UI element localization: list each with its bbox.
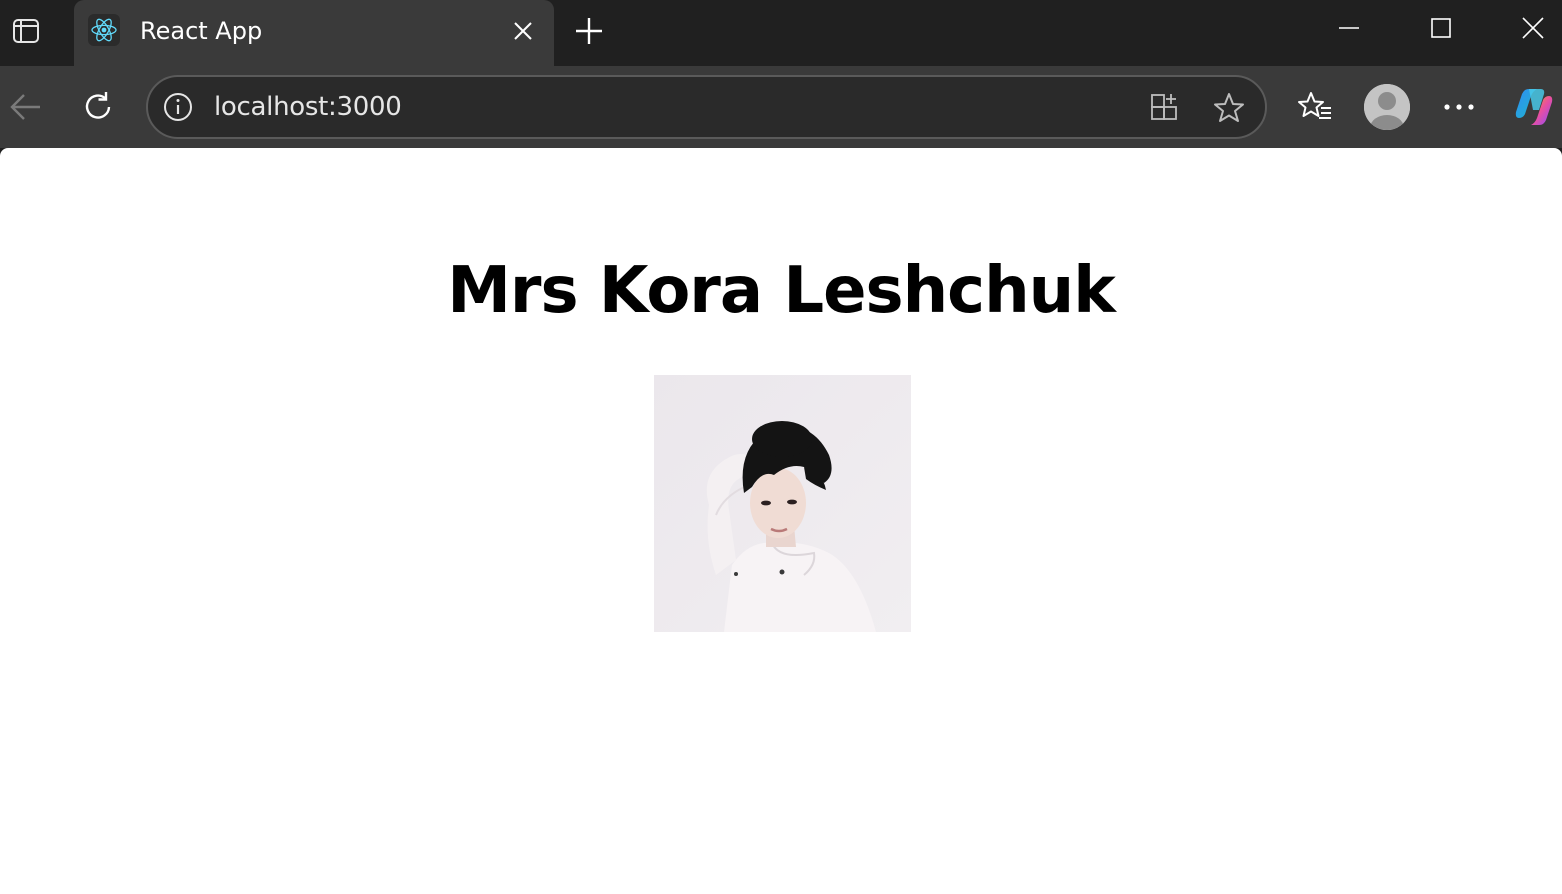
new-tab-button[interactable] bbox=[570, 12, 608, 50]
profile-photo bbox=[654, 375, 911, 632]
react-logo-icon bbox=[88, 14, 120, 46]
tab-actions-icon bbox=[13, 19, 39, 43]
minimize-button[interactable] bbox=[1326, 8, 1372, 48]
copilot-button[interactable] bbox=[1510, 83, 1558, 131]
favorite-button[interactable] bbox=[1210, 89, 1248, 127]
address-bar[interactable]: localhost:3000 bbox=[146, 75, 1267, 139]
page-title: Mrs Kora Leshchuk bbox=[447, 254, 1116, 328]
star-icon bbox=[1214, 93, 1244, 122]
info-icon bbox=[164, 93, 192, 121]
profile-icon bbox=[1364, 84, 1410, 130]
back-arrow-icon bbox=[10, 94, 40, 120]
close-tab-button[interactable] bbox=[510, 18, 536, 44]
copilot-icon bbox=[1515, 89, 1553, 125]
title-bar: React App bbox=[0, 0, 1562, 66]
tab-title: React App bbox=[140, 17, 263, 45]
back-button[interactable] bbox=[3, 84, 49, 130]
maximize-icon bbox=[1431, 18, 1451, 38]
apps-button[interactable] bbox=[1146, 89, 1184, 127]
favorites-button[interactable] bbox=[1291, 83, 1339, 131]
browser-tab[interactable]: React App bbox=[74, 0, 554, 66]
close-icon bbox=[1522, 17, 1544, 39]
url-text[interactable]: localhost:3000 bbox=[214, 92, 402, 122]
minimize-icon bbox=[1339, 27, 1359, 29]
refresh-icon bbox=[85, 92, 111, 119]
browser-toolbar: localhost:3000 bbox=[0, 66, 1562, 148]
favorites-icon bbox=[1298, 92, 1331, 119]
web-page-content: Mrs Kora Leshchuk bbox=[0, 148, 1562, 894]
more-icon bbox=[1444, 104, 1474, 110]
close-window-button[interactable] bbox=[1510, 8, 1556, 48]
close-icon bbox=[514, 22, 532, 40]
profile-avatar[interactable] bbox=[1364, 84, 1410, 130]
refresh-button[interactable] bbox=[75, 84, 121, 130]
more-button[interactable] bbox=[1435, 83, 1483, 131]
tab-actions-button[interactable] bbox=[8, 13, 44, 49]
site-info-button[interactable] bbox=[162, 91, 194, 123]
maximize-button[interactable] bbox=[1418, 8, 1464, 48]
apps-icon bbox=[1151, 94, 1177, 120]
plus-icon bbox=[576, 18, 602, 44]
